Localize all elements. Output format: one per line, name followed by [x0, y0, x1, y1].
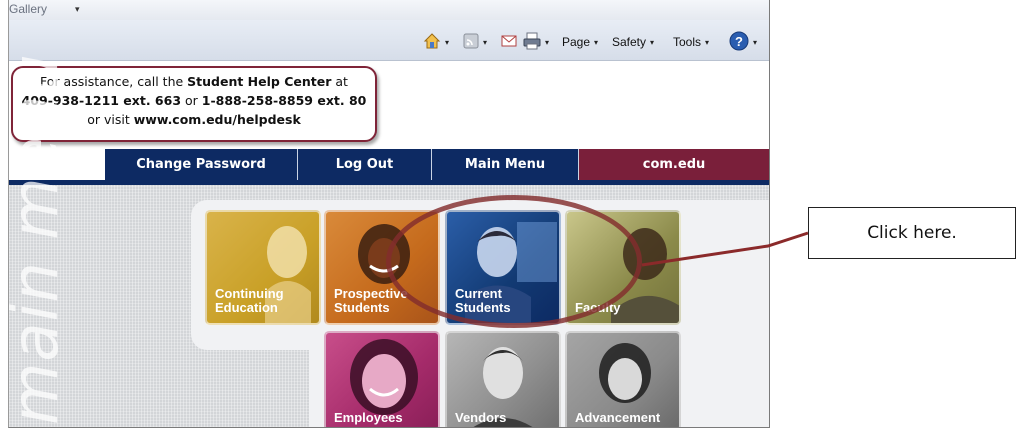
tools-menu[interactable]: Tools ▾ — [673, 32, 709, 52]
top-nav: Change Password Log Out Main Menu com.ed… — [9, 149, 769, 180]
print-icon — [523, 32, 541, 53]
help-text: or visit — [87, 112, 134, 127]
page-menu-label: Page — [562, 35, 591, 49]
helpdesk-url: www.com.edu/helpdesk — [133, 112, 301, 127]
tile-label: Advancement — [575, 411, 660, 425]
help-text: or — [181, 93, 202, 108]
tile-employees[interactable]: Employees — [324, 331, 440, 427]
nav-change-password[interactable]: Change Password — [105, 149, 298, 180]
favorites-bar: e Gallery ▾ — [9, 0, 769, 20]
tile-label-line: Continuing — [215, 286, 284, 301]
nav-log-out[interactable]: Log Out — [298, 149, 432, 180]
home-icon — [423, 32, 441, 53]
click-here-callout: Click here. — [808, 207, 1016, 259]
tile-label: Vendors — [455, 411, 506, 425]
page-menu[interactable]: Page ▾ — [562, 32, 598, 52]
home-button[interactable]: ▾ — [423, 32, 449, 52]
chevron-down-icon: ▾ — [594, 37, 599, 47]
safety-menu-label: Safety — [612, 35, 647, 49]
nav-com-edu[interactable]: com.edu — [579, 149, 769, 180]
help-icon: ? — [729, 31, 749, 54]
chevron-down-icon[interactable]: ▾ — [75, 0, 80, 18]
feeds-button[interactable]: ▾ — [463, 32, 487, 52]
tile-label: Employees — [334, 411, 403, 425]
tools-menu-label: Tools — [673, 35, 702, 49]
help-button[interactable]: ? ▾ — [729, 31, 757, 54]
command-bar: ▾ ▾ ▾ Page ▾ Safety ▾ Tools ▾ ? ▾ — [9, 20, 769, 61]
tile-label-line: Students — [334, 300, 390, 315]
main-menu-watermark: main menu — [9, 53, 199, 425]
nav-main-menu[interactable]: Main Menu — [432, 149, 579, 180]
highlight-ellipse — [386, 195, 642, 328]
help-text: at — [331, 74, 348, 89]
print-button[interactable]: ▾ — [523, 32, 549, 52]
tile-advancement[interactable]: Advancement — [565, 331, 681, 427]
chevron-down-icon: ▾ — [650, 37, 655, 47]
tile-label: Continuing Education — [215, 287, 284, 315]
help-dropdown-icon[interactable]: ▾ — [753, 38, 757, 47]
screenshot-window: e Gallery ▾ ▾ ▾ — [8, 0, 770, 428]
read-mail-button[interactable] — [501, 32, 517, 52]
print-dropdown-icon[interactable]: ▾ — [545, 38, 549, 47]
safety-menu[interactable]: Safety ▾ — [612, 32, 654, 52]
web-slice-gallery-button[interactable]: e Gallery — [9, 0, 47, 18]
chevron-down-icon: ▾ — [705, 37, 710, 47]
tile-label-line: Vendors — [455, 410, 507, 425]
tollfree-phone: 1-888-258-8859 ext. 80 — [201, 93, 367, 108]
tile-label-line: Employees — [334, 410, 403, 425]
svg-text:?: ? — [735, 34, 743, 49]
feeds-dropdown-icon[interactable]: ▾ — [483, 38, 487, 47]
tile-continuing-education[interactable]: Continuing Education — [205, 210, 321, 325]
tile-vendors[interactable]: Vendors — [445, 331, 561, 427]
tile-label-line: Education — [215, 300, 278, 315]
tile-label-line: Advancement — [575, 410, 661, 425]
help-center-name: Student Help Center — [187, 74, 332, 89]
home-dropdown-icon[interactable]: ▾ — [445, 38, 449, 47]
feeds-icon — [463, 33, 479, 52]
tile-label: Prospective Students — [334, 287, 408, 315]
mail-icon — [501, 34, 517, 51]
